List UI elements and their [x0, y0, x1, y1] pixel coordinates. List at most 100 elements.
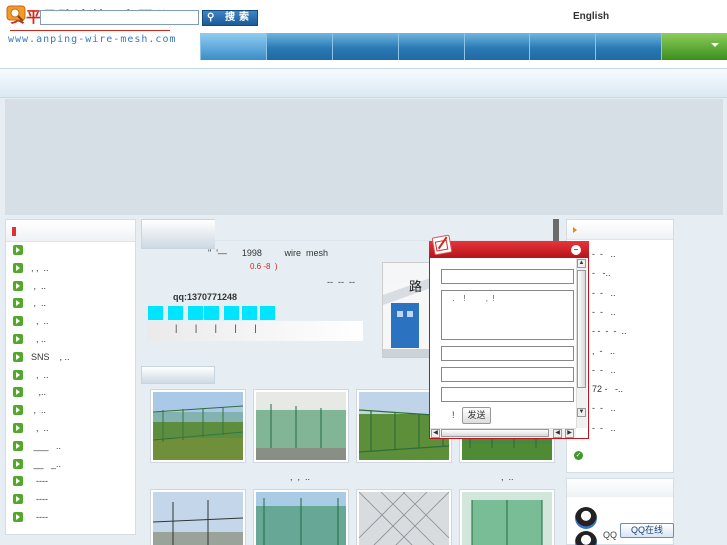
- news-item[interactable]: - - ..: [592, 288, 616, 298]
- arrow-right-icon: [13, 369, 23, 380]
- category-item-label: ----: [31, 476, 48, 487]
- message-horizontal-scroll-thumb[interactable]: [441, 429, 549, 437]
- category-item[interactable]: ,..: [13, 385, 46, 399]
- news-item[interactable]: - - - - ..: [592, 326, 627, 336]
- contact-block-6: [242, 306, 257, 320]
- category-item[interactable]: ----: [13, 510, 48, 524]
- about-links-row[interactable]: | | | | |: [147, 321, 363, 341]
- contact-block-7: [260, 306, 275, 320]
- arrow-right-icon: [13, 423, 23, 433]
- message-email-field[interactable]: [441, 367, 574, 382]
- product-image-7: [359, 492, 449, 545]
- news-item[interactable]: 72 - -..: [592, 384, 623, 394]
- news-item[interactable]: , - ..: [592, 346, 615, 356]
- product-thumb-6[interactable]: [253, 489, 349, 545]
- arrow-right-icon: [13, 512, 23, 522]
- check-icon: ✓: [574, 451, 583, 460]
- english-link[interactable]: English: [573, 11, 609, 22]
- product-image-1: [153, 392, 243, 460]
- product-image-6: [256, 492, 346, 545]
- product-thumb-7[interactable]: [356, 489, 452, 545]
- arrow-right-icon: [13, 476, 23, 487]
- arrow-right-icon: [13, 405, 23, 416]
- category-item[interactable]: , ..: [13, 421, 49, 435]
- category-item-label: , ..: [31, 298, 47, 309]
- scroll-down-arrow-icon[interactable]: ▼: [577, 408, 586, 417]
- scroll-right-arrow-icon[interactable]: ▶: [565, 429, 574, 438]
- category-item-label: __ _..: [31, 458, 62, 469]
- about-section-header-line: [215, 219, 556, 241]
- close-icon[interactable]: –: [571, 245, 581, 255]
- contact-block-3: [188, 306, 203, 320]
- message-name-field[interactable]: [441, 269, 574, 284]
- message-textarea[interactable]: . ! , !: [441, 290, 574, 340]
- message-vertical-scroll-thumb[interactable]: [577, 270, 586, 388]
- product-thumb-2[interactable]: [253, 389, 349, 463]
- send-button[interactable]: 发送: [462, 407, 491, 424]
- category-item[interactable]: , ..: [13, 332, 46, 346]
- message-popup-titlebar[interactable]: [429, 241, 589, 258]
- about-qq-number: qq:1370771248: [173, 292, 238, 302]
- news-item[interactable]: - - ..: [592, 249, 616, 259]
- company-photo: 路: [382, 262, 432, 358]
- category-item[interactable]: [13, 243, 31, 257]
- search-bar: [0, 68, 727, 98]
- arrow-right-icon: [13, 387, 23, 398]
- about-scrollbar[interactable]: [553, 219, 559, 241]
- category-header-icon: [12, 227, 16, 236]
- product-caption-1[interactable]: , , ..: [290, 472, 310, 482]
- message-pencil-icon: [431, 234, 453, 256]
- scroll-left-arrow-icon-2[interactable]: ◀: [553, 429, 562, 438]
- product-thumb-8[interactable]: [459, 489, 555, 545]
- main-nav: [200, 33, 727, 60]
- about-section-tab: [141, 219, 215, 249]
- nav-item-6[interactable]: [529, 33, 596, 60]
- news-item[interactable]: - - ..: [592, 423, 616, 433]
- nav-item-1[interactable]: [200, 33, 266, 60]
- search-input[interactable]: [40, 10, 199, 25]
- news-panel-header: [567, 220, 673, 240]
- category-item-label: , ..: [31, 316, 49, 327]
- news-item[interactable]: - - ..: [592, 365, 616, 375]
- category-item-label: ,..: [31, 387, 47, 398]
- product-image-2: [256, 392, 346, 460]
- search-icon: [6, 5, 26, 22]
- category-item[interactable]: , , ..: [13, 261, 49, 275]
- message-address-field[interactable]: [441, 387, 574, 402]
- send-hint: !: [452, 410, 455, 420]
- category-item[interactable]: , ..: [13, 368, 49, 382]
- category-item[interactable]: , ..: [13, 279, 46, 293]
- arrow-right-icon: [13, 298, 23, 309]
- category-item[interactable]: , ..: [13, 314, 49, 328]
- nav-item-5[interactable]: [463, 33, 530, 60]
- search-button[interactable]: ⚲ 搜索: [202, 10, 258, 26]
- category-item[interactable]: __ _..: [13, 457, 61, 471]
- category-item[interactable]: , ..: [13, 296, 46, 310]
- product-thumb-1[interactable]: [150, 389, 246, 463]
- nav-item-2[interactable]: [265, 33, 332, 60]
- contact-block-4: [204, 306, 219, 320]
- news-item[interactable]: - - ..: [592, 403, 616, 413]
- message-phone-field[interactable]: [441, 346, 574, 361]
- arrow-right-icon: [13, 316, 23, 327]
- category-item[interactable]: , ..: [13, 403, 46, 417]
- category-item[interactable]: ----: [13, 474, 48, 488]
- banner-image: [5, 99, 723, 215]
- category-item[interactable]: SNS , ..: [13, 350, 70, 364]
- about-text-line-1: " '— 1998 wire mesh: [208, 248, 328, 258]
- category-item[interactable]: ___ ..: [13, 439, 61, 453]
- qq-online-button[interactable]: QQ在线: [620, 523, 674, 538]
- scroll-left-arrow-icon[interactable]: ◀: [431, 429, 440, 438]
- nav-item-4[interactable]: [397, 33, 464, 60]
- scroll-up-arrow-icon[interactable]: ▲: [577, 259, 586, 268]
- product-thumb-5[interactable]: [150, 489, 246, 545]
- product-caption-2[interactable]: , ..: [496, 472, 514, 482]
- nav-item-7[interactable]: [595, 33, 662, 60]
- contact-block-1: [148, 306, 163, 320]
- news-item[interactable]: - - ..: [592, 307, 616, 317]
- nav-item-dropdown[interactable]: [661, 33, 727, 60]
- products-section-tab: [141, 366, 215, 384]
- category-item[interactable]: ----: [13, 492, 48, 506]
- nav-item-3[interactable]: [331, 33, 398, 60]
- news-item[interactable]: - -..: [592, 268, 611, 278]
